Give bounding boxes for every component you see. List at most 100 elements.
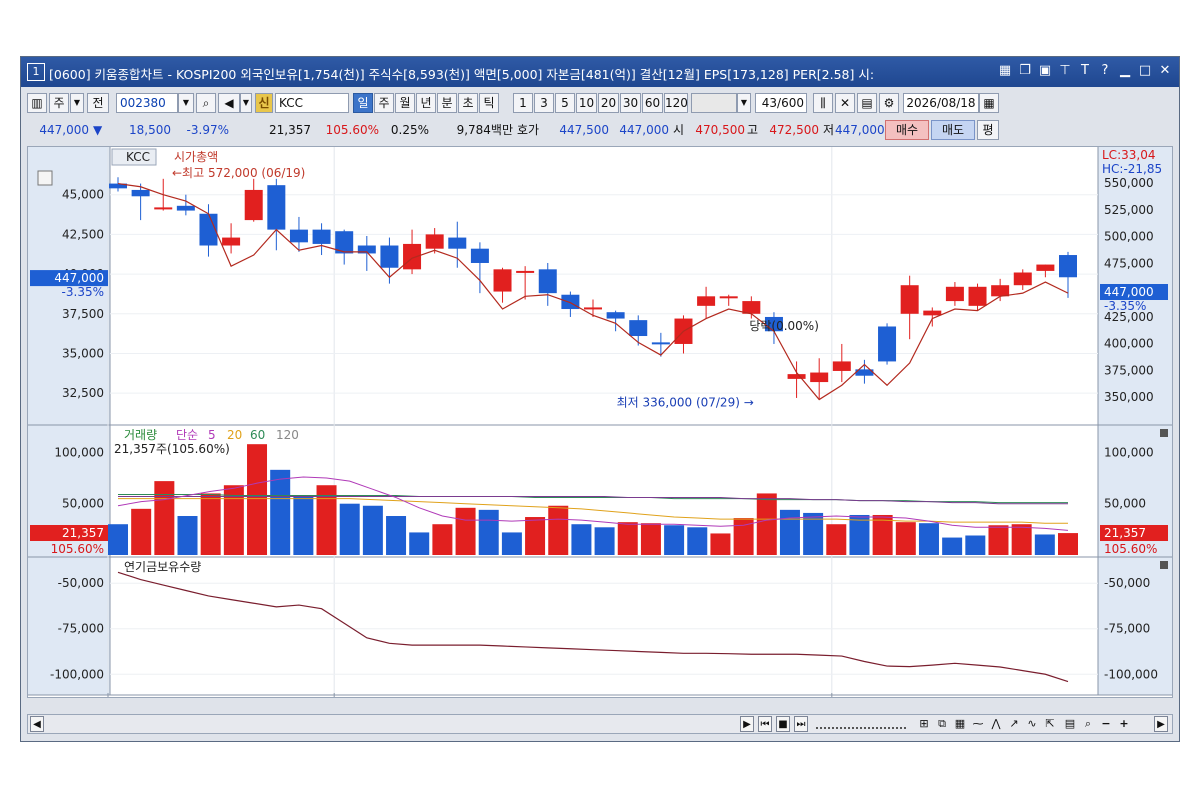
fast-forward-icon[interactable]: ⏭ [794,716,808,732]
trend-icon[interactable]: ↗ [1006,716,1022,732]
sound-icon[interactable]: ◀ [218,93,240,113]
copy-window-icon[interactable]: ❐ [1017,62,1033,80]
volume-box-left-value: 21,357 [62,526,104,540]
candle-body [222,237,241,246]
candle-body [154,207,173,210]
grid-icon[interactable]: ▦ [952,716,968,732]
candle-body [787,374,806,379]
candle-body [945,286,964,302]
candle-body [606,312,625,319]
interval-button[interactable]: 10 [576,93,597,113]
period-tab[interactable]: 년 [416,93,436,113]
period-tab[interactable]: 분 [437,93,457,113]
volume-tick-right: 100,000 [1104,445,1154,459]
volume-bar [918,523,939,555]
interval-button[interactable]: 3 [534,93,554,113]
font-icon[interactable]: T [1077,62,1093,80]
search-icon[interactable]: ⌕ [196,93,216,113]
current-pct-left: -3.35% [62,285,104,299]
multi-chart-icon[interactable]: ⧉ [934,716,950,732]
volume-legend-value: 21,357주(105.60%) [114,442,230,456]
period-type-dropdown-icon[interactable]: ▼ [70,93,84,113]
stop-icon[interactable]: ■ [776,716,790,732]
zigzag-icon[interactable]: ⋀ [988,716,1004,732]
period-tab[interactable]: 일 [353,93,373,113]
candle-body [878,326,897,362]
chart-area[interactable]: 45,00042,50040,00037,50035,00032,500550,… [27,146,1173,698]
scroll-right-icon[interactable]: ▶ [740,716,754,732]
help-icon[interactable]: ? [1097,62,1113,80]
chart-menu-icon[interactable]: ▥ [27,93,47,113]
zoom-in-icon[interactable]: + [1116,716,1132,732]
candle-body [380,245,399,268]
sound-dropdown-icon[interactable]: ▼ [240,93,252,113]
volume-bar [1034,534,1055,555]
zoom-fit-icon[interactable]: ⊞ [916,716,932,732]
table-icon[interactable]: ▤ [1062,716,1078,732]
maximize-icon[interactable]: □ [1137,62,1153,80]
interval-button[interactable]: 5 [555,93,575,113]
date-input[interactable]: 2026/08/18 [903,93,979,113]
candle-body [991,285,1010,297]
interval-button[interactable]: 20 [598,93,619,113]
low-annotation: 최저 336,000 (07/29) → [617,395,754,409]
candle-icon[interactable]: ⫼ [813,93,833,113]
zoom-slider[interactable] [816,719,906,729]
save-icon[interactable]: ▤ [857,93,877,113]
period-tab[interactable]: 틱 [479,93,499,113]
sell-button[interactable]: 매도 [931,120,975,140]
scroll-end-icon[interactable]: ▶ [1154,716,1168,732]
scroll-left-icon[interactable]: ◀ [30,716,44,732]
title-bar[interactable]: 1 [0600] 키움종합차트 - KOSPI200 외국인보유[1,754(천… [21,57,1179,87]
volume-bar [779,509,800,555]
candle-body [516,270,535,273]
rewind-icon[interactable]: ⏮ [758,716,772,732]
pension-tick-left: -50,000 [58,576,104,590]
window-number[interactable]: 1 [27,63,45,81]
interval-button[interactable]: 30 [620,93,641,113]
interval-button[interactable]: 60 [642,93,663,113]
period-tab[interactable]: 초 [458,93,478,113]
settings-icon[interactable]: ⚙ [879,93,899,113]
minimize-icon[interactable]: ▁ [1117,62,1133,80]
stock-code-input[interactable]: 002380 [116,93,178,113]
low-price: 447,000 [835,123,885,137]
period-type-button[interactable]: 주 [49,93,69,113]
compare-button[interactable]: 전 [87,93,109,113]
interval-select[interactable] [691,93,737,113]
toolbar: ▥ 주 ▼ 전 002380 ▼ ⌕ ◀ ▼ 신 KCC 일주월년분초틱 135… [21,91,1179,115]
line-chart-icon[interactable]: ⁓ [970,716,986,732]
credit-badge[interactable]: 신 [255,93,273,113]
volume-bar [200,493,221,555]
count-input[interactable]: 43/600 [755,93,807,113]
chart-scrollbar[interactable]: ◀ ▶ ⏮ ■ ⏭ ⊞ ⧉ ▦ ⁓ ⋀ ↗ ∿ ⇱ ▤ ⌕ − + ▶ [27,714,1173,734]
volume-bar [478,509,499,555]
export-icon[interactable]: ⇱ [1042,716,1058,732]
candle-body [448,237,467,249]
layout-icon[interactable]: ▦ [997,62,1013,80]
frame-icon[interactable]: ▣ [1037,62,1053,80]
zoom-search-icon[interactable]: ⌕ [1080,716,1096,732]
ask-price: 447,000 [619,123,669,137]
volume-bar [895,522,916,555]
crosshair-icon[interactable]: ✕ [835,93,855,113]
volume-ma-period: 5 [208,428,216,442]
zoom-out-icon[interactable]: − [1098,716,1114,732]
close-icon[interactable]: ✕ [1157,62,1173,80]
stock-chart[interactable]: 45,00042,50040,00037,50035,00032,500550,… [28,147,1172,697]
price-tick-left: 45,000 [62,188,104,202]
buy-button[interactable]: 매수 [885,120,929,140]
volume-title: 거래량 [124,428,157,442]
calendar-icon[interactable]: ▦ [979,93,999,113]
interval-button[interactable]: 120 [664,93,688,113]
evaluation-button[interactable]: 평 [977,120,999,140]
interval-dropdown-icon[interactable]: ▼ [737,93,751,113]
pattern-icon[interactable]: ∿ [1024,716,1040,732]
stock-code-dropdown-icon[interactable]: ▼ [178,93,194,113]
pension-title: 연기금보유수량 [124,560,201,574]
pin-icon[interactable]: ⊤ [1057,62,1073,80]
period-tab[interactable]: 주 [374,93,394,113]
candle-body [923,310,942,316]
interval-button[interactable]: 1 [513,93,533,113]
period-tab[interactable]: 월 [395,93,415,113]
